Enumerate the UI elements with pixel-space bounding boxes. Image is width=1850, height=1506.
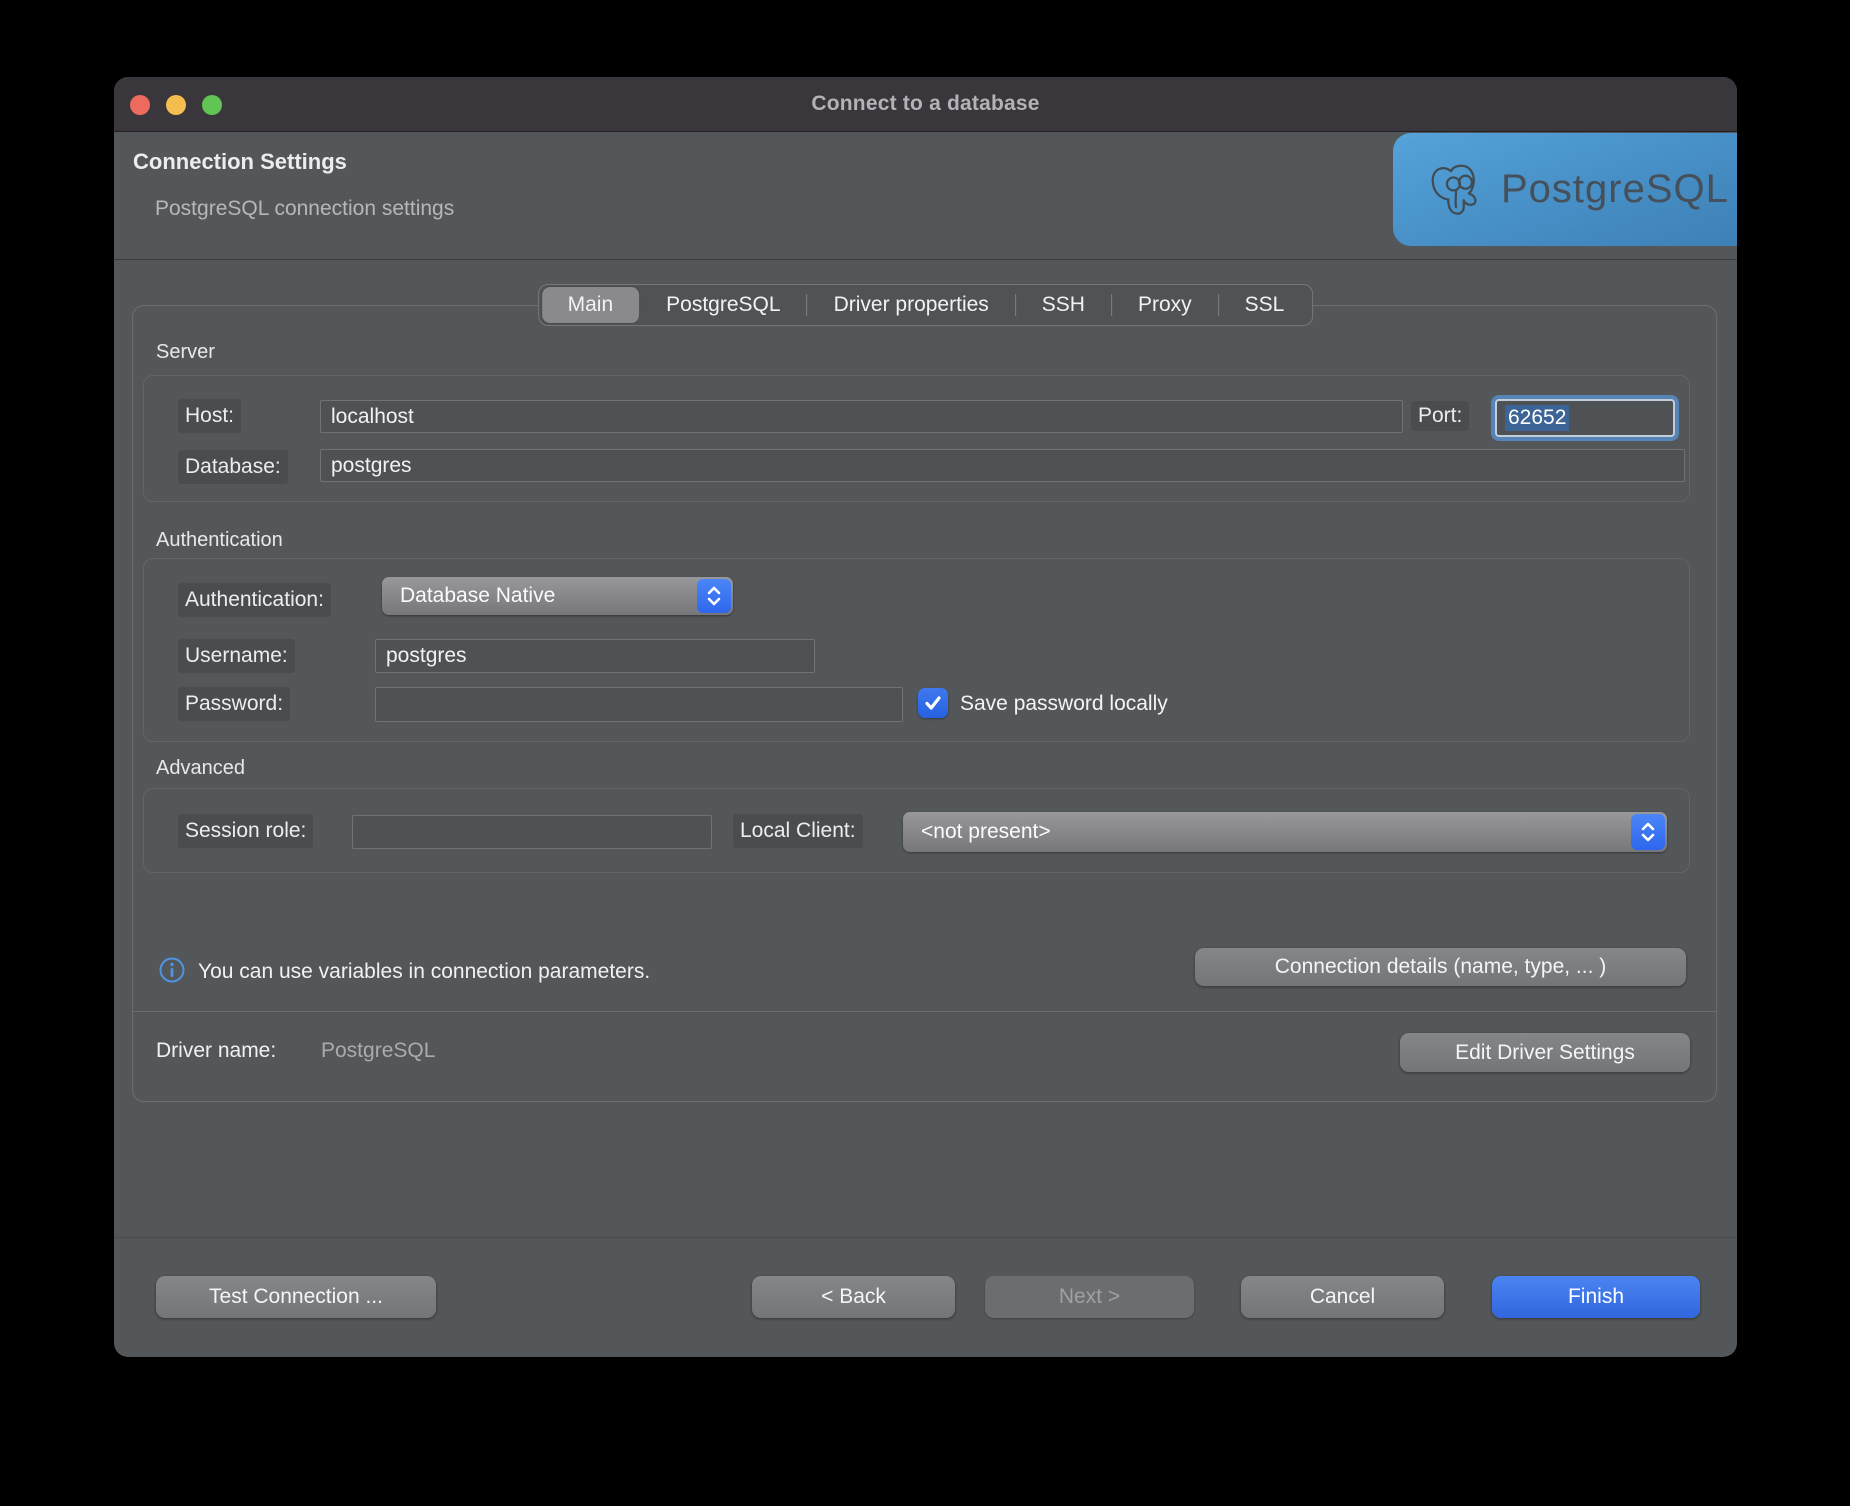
port-selected-text: 62652 bbox=[1505, 405, 1569, 431]
host-label: Host: bbox=[178, 399, 241, 433]
database-input[interactable] bbox=[320, 449, 1685, 482]
tab-driver-properties[interactable]: Driver properties bbox=[808, 284, 1015, 326]
username-label: Username: bbox=[178, 639, 295, 673]
popup-chevrons-icon bbox=[1631, 814, 1665, 850]
test-connection-button[interactable]: Test Connection ... bbox=[156, 1276, 436, 1318]
zoom-button[interactable] bbox=[202, 95, 222, 115]
port-input[interactable]: 62652 bbox=[1495, 399, 1675, 437]
save-password-label: Save password locally bbox=[960, 692, 1168, 716]
tab-ssh[interactable]: SSH bbox=[1016, 284, 1111, 326]
password-input[interactable] bbox=[375, 687, 903, 722]
window-title: Connect to a database bbox=[811, 92, 1039, 116]
connect-dialog-window: Connect to a database Connection Setting… bbox=[114, 77, 1737, 1357]
title-bar: Connect to a database bbox=[114, 77, 1737, 132]
footer-separator bbox=[114, 1237, 1737, 1238]
page-subtitle: PostgreSQL connection settings bbox=[155, 197, 454, 221]
authentication-label: Authentication: bbox=[178, 583, 331, 617]
authentication-select[interactable]: Database Native bbox=[382, 577, 733, 615]
driver-separator bbox=[133, 1011, 1716, 1012]
host-input[interactable] bbox=[320, 400, 1403, 433]
authentication-select-value: Database Native bbox=[382, 584, 695, 608]
authentication-section-label: Authentication bbox=[156, 529, 283, 552]
tab-main[interactable]: Main bbox=[542, 287, 640, 323]
database-label: Database: bbox=[178, 450, 288, 484]
edit-driver-settings-button[interactable]: Edit Driver Settings bbox=[1400, 1033, 1690, 1072]
connection-details-button[interactable]: Connection details (name, type, ... ) bbox=[1195, 948, 1686, 986]
advanced-section-label: Advanced bbox=[156, 757, 245, 780]
tab-ssl[interactable]: SSL bbox=[1219, 284, 1311, 326]
username-input[interactable] bbox=[375, 639, 815, 673]
driver-name-label: Driver name: bbox=[156, 1039, 276, 1063]
server-section-label: Server bbox=[156, 341, 215, 364]
save-password-checkbox[interactable] bbox=[918, 688, 948, 718]
tab-postgresql[interactable]: PostgreSQL bbox=[640, 284, 806, 326]
local-client-select-value: <not present> bbox=[903, 820, 1629, 844]
info-message: You can use variables in connection para… bbox=[198, 960, 650, 984]
driver-name-value: PostgreSQL bbox=[321, 1039, 435, 1063]
session-role-label: Session role: bbox=[178, 814, 313, 848]
header-separator bbox=[114, 259, 1737, 260]
page-title: Connection Settings bbox=[133, 149, 347, 175]
postgresql-logo-text: PostgreSQL bbox=[1501, 167, 1729, 212]
minimize-button[interactable] bbox=[166, 95, 186, 115]
tab-proxy[interactable]: Proxy bbox=[1112, 284, 1218, 326]
local-client-label: Local Client: bbox=[733, 814, 863, 848]
session-role-input[interactable] bbox=[352, 815, 712, 849]
port-label: Port: bbox=[1411, 401, 1469, 431]
password-label: Password: bbox=[178, 687, 290, 721]
back-button[interactable]: < Back bbox=[752, 1276, 955, 1318]
popup-chevrons-icon bbox=[697, 579, 731, 613]
finish-button[interactable]: Finish bbox=[1492, 1276, 1700, 1318]
close-button[interactable] bbox=[130, 95, 150, 115]
checkmark-icon bbox=[923, 693, 943, 713]
server-fieldset bbox=[143, 375, 1690, 502]
postgresql-elephant-icon bbox=[1425, 159, 1487, 221]
cancel-button[interactable]: Cancel bbox=[1241, 1276, 1444, 1318]
local-client-select[interactable]: <not present> bbox=[903, 812, 1667, 852]
postgresql-banner: PostgreSQL bbox=[1393, 133, 1737, 246]
info-icon bbox=[158, 956, 186, 984]
tab-bar: Main PostgreSQL Driver properties SSH Pr… bbox=[538, 284, 1314, 326]
next-button[interactable]: Next > bbox=[985, 1276, 1194, 1318]
